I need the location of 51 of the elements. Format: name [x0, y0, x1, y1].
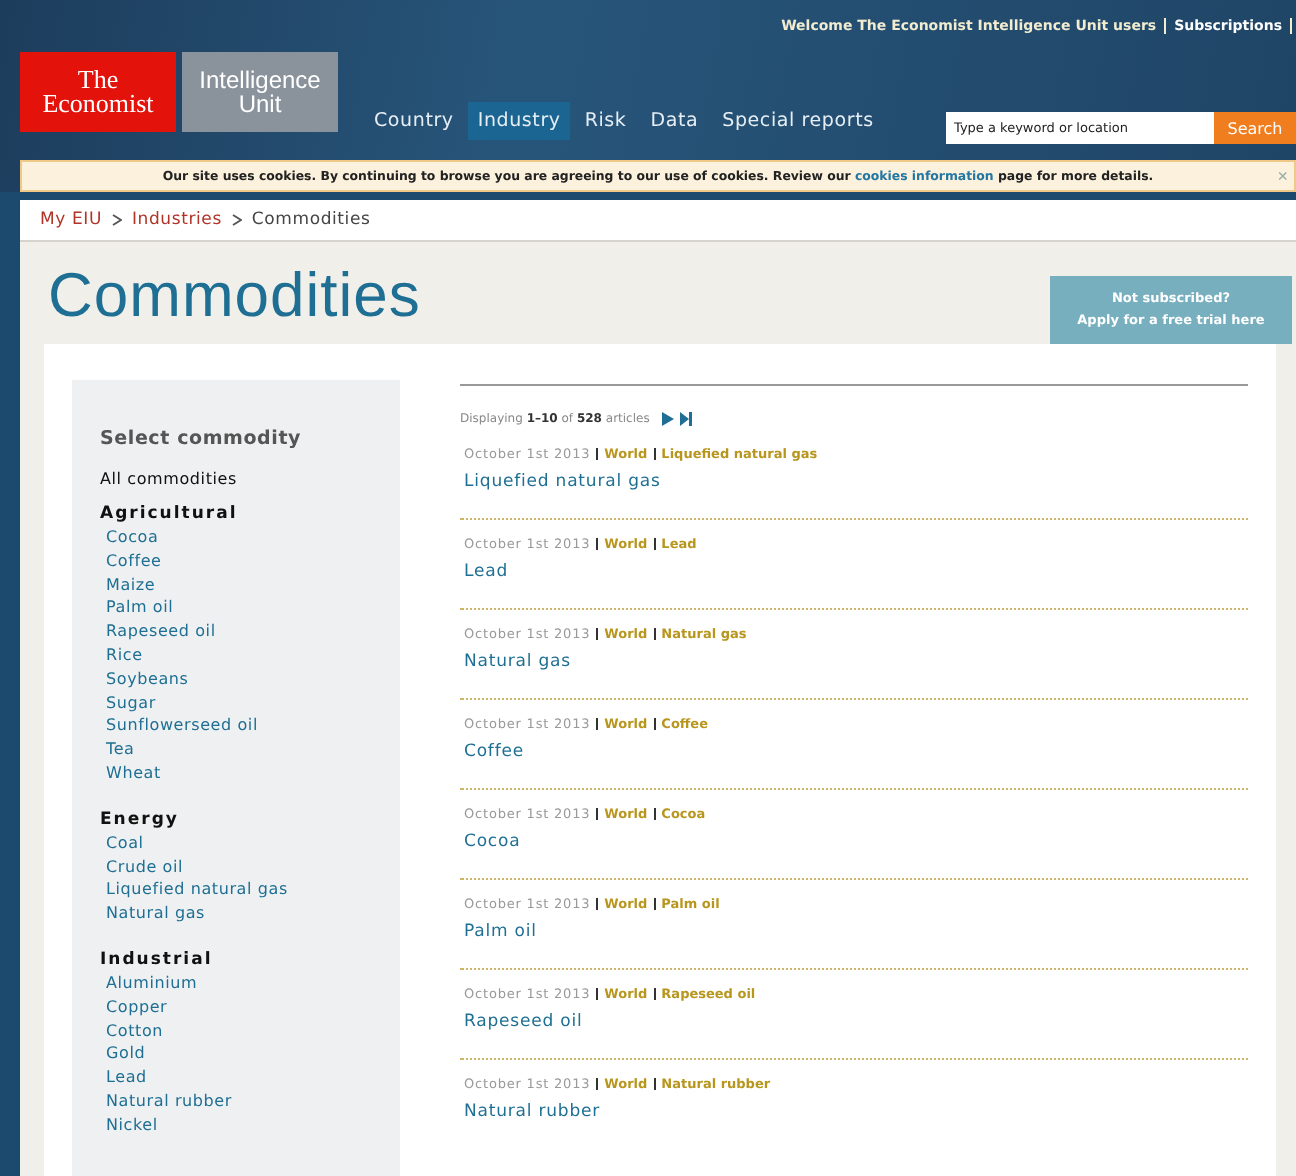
- commodity-link[interactable]: Wheat: [100, 761, 400, 786]
- commodity-link[interactable]: Rice: [100, 643, 400, 668]
- commodity-link[interactable]: Sugar: [100, 691, 400, 715]
- commodity-link[interactable]: Gold: [100, 1042, 400, 1067]
- nav-tab[interactable]: Industry: [467, 102, 571, 140]
- breadcrumb-link[interactable]: Commodities: [251, 210, 371, 230]
- commodity-link[interactable]: Coal: [100, 831, 400, 856]
- chevron-icon: [231, 214, 242, 226]
- commodity-link[interactable]: Nickel: [100, 1113, 400, 1138]
- article-title-link[interactable]: Coffee: [464, 742, 1248, 762]
- commodity-link[interactable]: Natural gas: [100, 902, 400, 926]
- breadcrumb-link[interactable]: My EIU: [40, 210, 102, 230]
- commodity-link[interactable]: Copper: [100, 995, 400, 1020]
- commodity-link[interactable]: Aluminium: [100, 971, 400, 996]
- commodity-link[interactable]: Rapeseed oil: [100, 620, 400, 644]
- commodity-link[interactable]: Cotton: [100, 1019, 400, 1043]
- commodity-link[interactable]: Palm oil: [100, 596, 400, 621]
- page-title: Commodities: [48, 260, 421, 332]
- article-title-link[interactable]: Natural gas: [464, 652, 1248, 672]
- commodity-link[interactable]: Tea: [100, 738, 400, 762]
- commodity-link[interactable]: Maize: [100, 573, 400, 597]
- article-title-link[interactable]: Cocoa: [464, 832, 1248, 852]
- nav-tab[interactable]: Country: [364, 102, 464, 140]
- next-page-icon[interactable]: [661, 411, 674, 425]
- commodity-link[interactable]: Natural rubber: [100, 1089, 400, 1114]
- commodity-link[interactable]: Soybeans: [100, 667, 400, 692]
- economist-logo[interactable]: The Economist: [20, 52, 176, 132]
- article-title-link[interactable]: Liquefied natural gas: [464, 472, 1248, 492]
- breadcrumb-link[interactable]: Industries: [131, 210, 222, 230]
- search-button[interactable]: Search: [1214, 112, 1296, 144]
- group-heading: Agricultural: [100, 504, 240, 526]
- commodity-link[interactable]: Crude oil: [100, 855, 400, 879]
- commodity-link[interactable]: Lead: [100, 1066, 400, 1090]
- all-commodities-link[interactable]: All commodities: [100, 470, 400, 488]
- nav-tab[interactable]: Data: [640, 102, 709, 140]
- intelligence-unit-logo[interactable]: Intelligence Unit: [182, 52, 338, 132]
- group-heading: Energy: [100, 809, 181, 832]
- nav-tab[interactable]: Special reports: [712, 102, 884, 140]
- commodity-link[interactable]: Sunflowerseed oil: [100, 714, 400, 739]
- commodity-link[interactable]: Coffee: [100, 549, 400, 574]
- commodity-link[interactable]: Liquefied natural gas: [100, 878, 400, 903]
- last-page-icon[interactable]: [679, 411, 692, 425]
- commodity-link[interactable]: Cocoa: [100, 526, 400, 550]
- sidebar-heading: Select commodity: [100, 428, 304, 450]
- chevron-icon: [111, 214, 122, 226]
- nav-tab[interactable]: Risk: [574, 102, 637, 140]
- group-heading: Industrial: [100, 949, 215, 972]
- article-title-link[interactable]: Palm oil: [464, 922, 1248, 942]
- article-title-link[interactable]: Natural rubber: [464, 1102, 1248, 1122]
- article-title-link[interactable]: Lead: [464, 562, 1248, 582]
- article-title-link[interactable]: Rapeseed oil: [464, 1012, 1248, 1032]
